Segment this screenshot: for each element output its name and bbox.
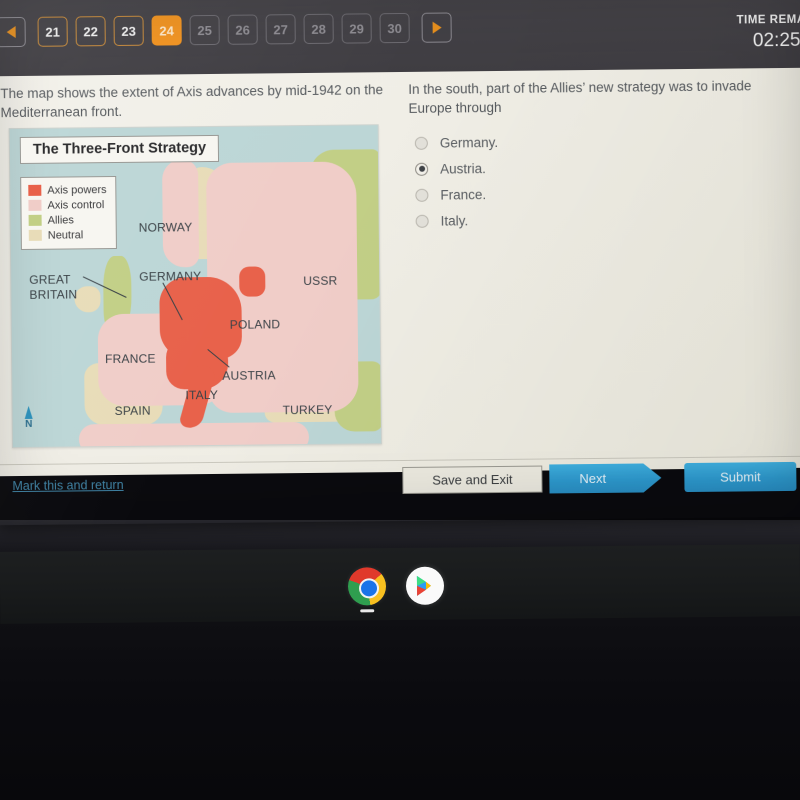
- radio-italy[interactable]: [415, 214, 429, 228]
- photo-of-screen: umulative Exam Active TIME REMA 02:25: 2…: [0, 0, 800, 800]
- mark-this-and-return-link[interactable]: Mark this and return: [12, 478, 123, 493]
- exam-header: umulative Exam Active TIME REMA 02:25: 2…: [0, 0, 800, 77]
- map-label-austria: AUSTRIA: [222, 368, 276, 383]
- answer-choice-austria[interactable]: Austria.: [415, 152, 755, 182]
- question-button-27[interactable]: 27: [265, 14, 296, 45]
- save-and-exit-button[interactable]: Save and Exit: [402, 465, 543, 495]
- time-remaining-value: 02:25:: [752, 29, 800, 52]
- legend-swatch-neutral: [28, 229, 42, 241]
- triangle-right-icon: [432, 21, 442, 34]
- answer-label-austria: Austria.: [440, 160, 486, 177]
- map-label-poland: POLAND: [229, 317, 281, 332]
- map-label-britain: BRITAIN: [29, 287, 78, 302]
- exam-screen: umulative Exam Active TIME REMA 02:25: 2…: [0, 0, 800, 526]
- map-figure: The Three-Front Strategy Axis powers Axi…: [8, 124, 382, 449]
- radio-germany[interactable]: [414, 136, 428, 150]
- map-label-turkey: TURKEY: [282, 402, 333, 418]
- answer-label-france: France.: [440, 186, 487, 203]
- question-content-area: The map shows the extent of Axis advance…: [0, 67, 800, 477]
- time-remaining-label: TIME REMA: [736, 13, 800, 27]
- legend-item-allies: Allies: [28, 212, 107, 228]
- submit-button[interactable]: Submit: [684, 461, 797, 493]
- triangle-left-icon: [6, 26, 16, 39]
- chrome-running-indicator: [360, 609, 375, 613]
- legend-swatch-axis-powers: [28, 184, 42, 196]
- map-label-germany: GERMANY: [139, 269, 202, 284]
- answer-choice-france[interactable]: France.: [415, 178, 755, 208]
- exam-status-badge: Active: [142, 0, 181, 1]
- taskbar-app-icons: [347, 562, 458, 613]
- legend-label-neutral: Neutral: [47, 228, 84, 242]
- exam-footer: Mark this and return Save and Exit Next …: [0, 455, 800, 526]
- legend-item-neutral: Neutral: [28, 227, 107, 243]
- question-prompt: In the south, part of the Allies’ new st…: [408, 78, 752, 116]
- map-region-east-prussia: [239, 266, 266, 297]
- legend-swatch-allies: [28, 214, 42, 226]
- map-label-great: GREAT: [29, 272, 71, 287]
- map-title: The Three-Front Strategy: [19, 134, 220, 164]
- map-region-axis-control-norway: [162, 159, 200, 268]
- radio-austria[interactable]: [415, 162, 429, 176]
- question-button-29[interactable]: 29: [341, 13, 372, 44]
- question-button-30[interactable]: 30: [379, 12, 410, 44]
- question-button-21[interactable]: 21: [37, 16, 68, 47]
- legend-swatch-axis-control: [28, 199, 42, 211]
- chrome-icon[interactable]: [347, 567, 387, 613]
- map-legend: Axis powers Axis control Allies Neutral: [20, 175, 118, 250]
- next-button[interactable]: Next: [549, 463, 661, 493]
- play-store-icon[interactable]: [405, 566, 445, 605]
- question-button-25[interactable]: 25: [189, 14, 220, 46]
- map-label-italy: ITALY: [185, 387, 219, 403]
- exam-title: umulative Exam: [0, 0, 110, 3]
- legend-label-allies: Allies: [47, 213, 74, 227]
- next-question-button[interactable]: [421, 12, 452, 43]
- question-button-28[interactable]: 28: [303, 13, 334, 45]
- map-region-ireland: [74, 286, 101, 313]
- legend-label-axis-powers: Axis powers: [47, 183, 107, 197]
- legend-item-axis-powers: Axis powers: [28, 182, 107, 198]
- question-button-24[interactable]: 24: [151, 15, 182, 46]
- answer-choice-germany[interactable]: Germany.: [414, 126, 755, 156]
- question-button-26[interactable]: 26: [227, 14, 258, 45]
- question-navigator: 21 22 23 24 25 26 27 28 29 30: [0, 12, 452, 48]
- prev-question-button[interactable]: [0, 16, 26, 48]
- legend-label-axis-control: Axis control: [47, 198, 105, 212]
- compass-rose: N: [22, 405, 36, 430]
- answer-choice-italy[interactable]: Italy.: [415, 204, 756, 234]
- answer-label-italy: Italy.: [440, 212, 469, 229]
- radio-france[interactable]: [415, 188, 429, 202]
- map-label-spain: SPAIN: [114, 403, 151, 419]
- answer-label-germany: Germany.: [439, 134, 499, 151]
- map-label-france: FRANCE: [105, 351, 156, 367]
- question-button-22[interactable]: 22: [75, 16, 106, 47]
- map-label-ussr: USSR: [303, 273, 338, 289]
- question-stem: The map shows the extent of Axis advance…: [0, 82, 384, 121]
- answer-choices: Germany. Austria. France. Italy.: [414, 126, 756, 234]
- question-button-23[interactable]: 23: [113, 15, 144, 47]
- legend-item-axis-control: Axis control: [28, 197, 106, 213]
- north-arrow-icon: [24, 405, 33, 419]
- compass-north-label: N: [25, 418, 33, 430]
- map-label-norway: NORWAY: [138, 220, 193, 235]
